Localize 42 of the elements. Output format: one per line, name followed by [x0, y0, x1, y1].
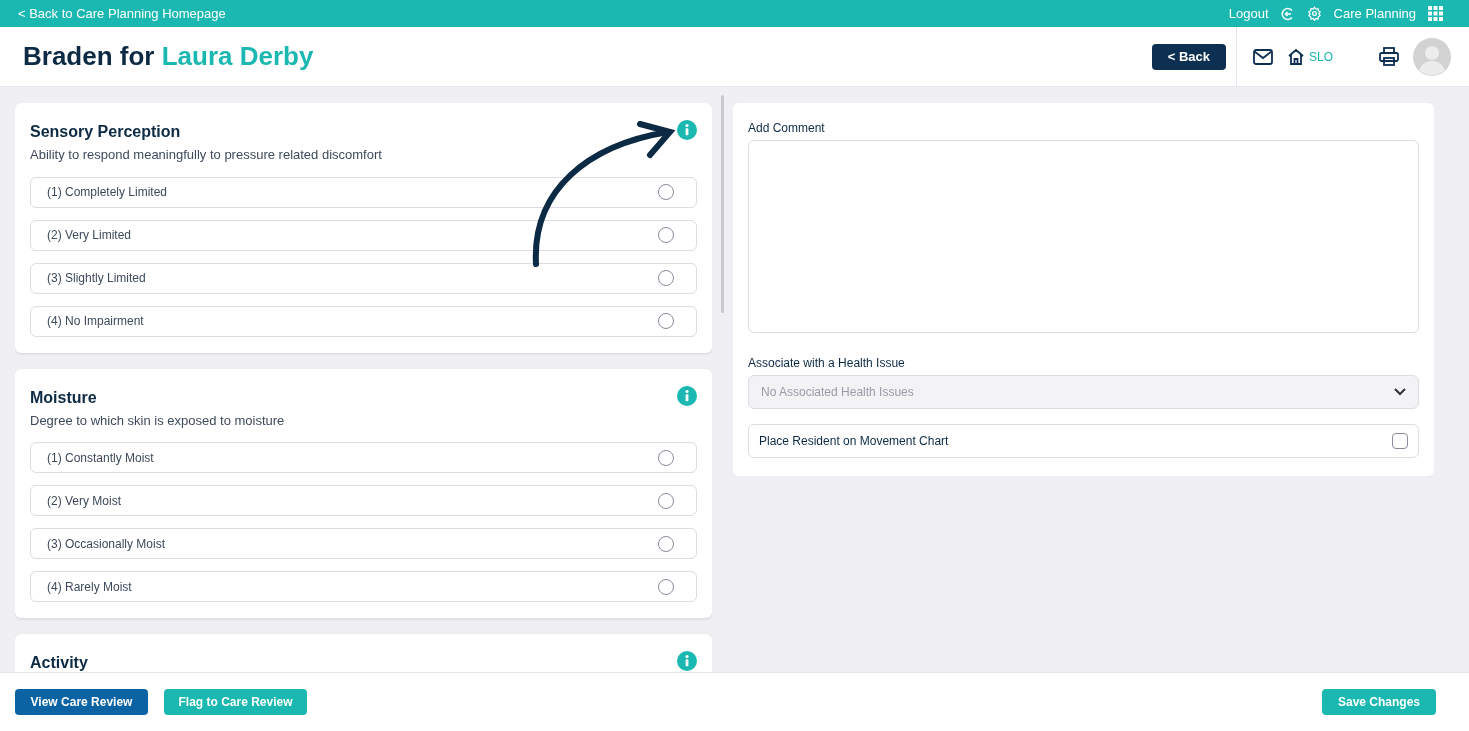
settings-icon[interactable] — [1306, 6, 1322, 21]
app-name: Care Planning — [1333, 4, 1416, 23]
movement-chart-row[interactable]: Place Resident on Movement Chart — [748, 424, 1419, 458]
option-label: (2) Very Moist — [47, 492, 121, 510]
option-row[interactable]: (2) Very Limited — [30, 219, 697, 251]
info-icon[interactable] — [677, 120, 697, 140]
option-label: (2) Very Limited — [47, 227, 132, 244]
option-row[interactable]: (4) Rarely Moist — [30, 571, 697, 602]
apps-grid-icon[interactable] — [1428, 6, 1443, 21]
option-row[interactable]: (4) No Impairment — [30, 305, 697, 337]
view-care-review-button[interactable]: View Care Review — [15, 689, 148, 715]
comment-field[interactable] — [748, 140, 1419, 333]
section-description: Ability to respond meaningfully to pressure related discomfort — [30, 146, 383, 164]
chevron-down-icon — [1394, 388, 1406, 396]
option-row[interactable]: (1) Constantly Moist — [30, 442, 697, 473]
section-title: Sensory Perception — [30, 122, 181, 142]
print-icon[interactable] — [1379, 47, 1399, 66]
option-label: (1) Completely Limited — [47, 184, 168, 201]
option-label: (3) Slightly Limited — [47, 270, 146, 287]
section-title: Moisture — [30, 387, 97, 408]
option-row[interactable]: (2) Very Moist — [30, 485, 697, 516]
page-title: Braden for Laura Derby — [22, 40, 314, 73]
info-icon[interactable] — [677, 385, 697, 406]
logout-icon[interactable] — [1280, 6, 1295, 21]
back-button[interactable]: < Back — [1151, 43, 1226, 70]
home-icon[interactable] — [1287, 47, 1305, 66]
mail-icon[interactable] — [1253, 48, 1273, 65]
movement-chart-checkbox[interactable] — [1392, 433, 1408, 449]
comment-label: Add Comment — [748, 120, 826, 137]
scrollbar[interactable] — [721, 95, 724, 313]
section-description: Degree to which skin is exposed to moisture — [30, 411, 286, 430]
section-title: Activity — [30, 653, 88, 672]
option-label: (1) Constantly Moist — [47, 449, 154, 467]
health-issue-label: Associate with a Health Issue — [748, 355, 906, 372]
info-icon[interactable] — [677, 651, 697, 671]
option-row[interactable]: (3) Slightly Limited — [30, 262, 697, 294]
option-label: (4) No Impairment — [47, 313, 144, 330]
option-row[interactable]: (1) Completely Limited — [30, 176, 697, 208]
movement-chart-label: Place Resident on Movement Chart — [759, 433, 949, 450]
option-label: (3) Occasionally Moist — [47, 535, 166, 553]
option-row[interactable]: (3) Occasionally Moist — [30, 528, 697, 559]
option-label: (4) Rarely Moist — [47, 578, 132, 596]
